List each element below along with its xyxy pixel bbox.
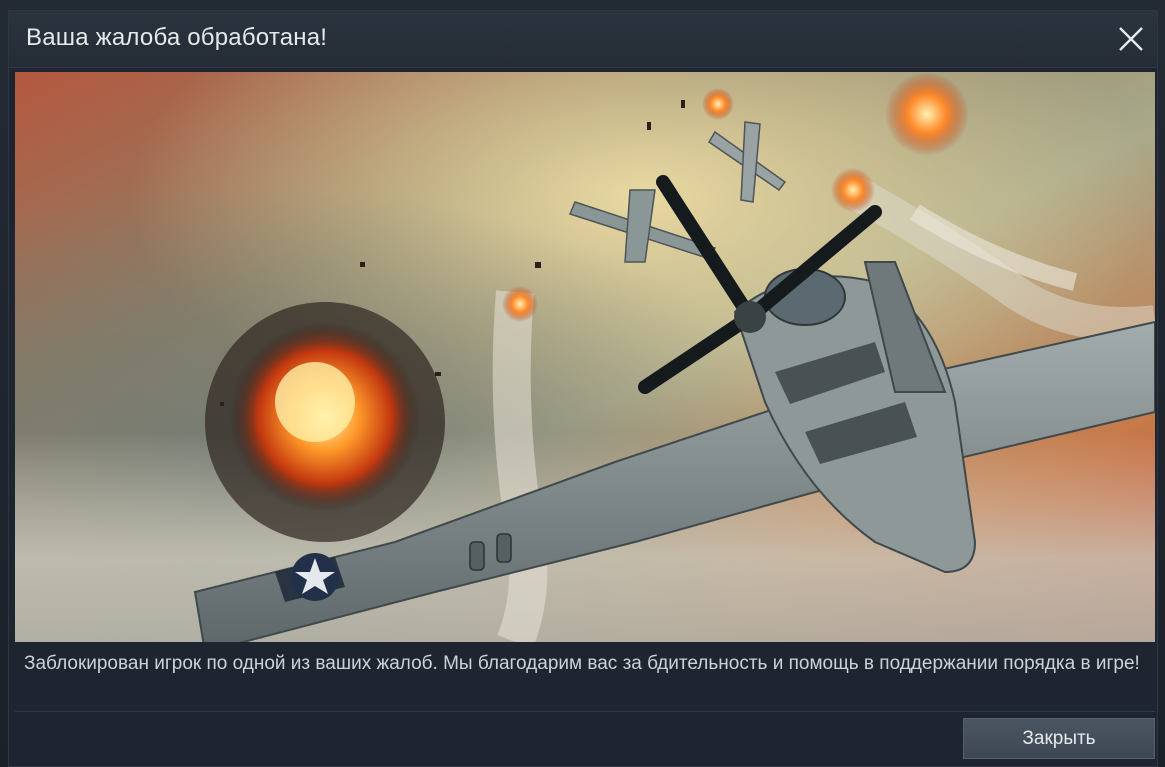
dialog-title: Ваша жалоба обработана! — [26, 24, 328, 51]
dialog-header: Ваша жалоба обработана! — [9, 11, 1157, 68]
dogfight-illustration — [15, 72, 1155, 642]
close-icon[interactable] — [1115, 23, 1147, 55]
close-button[interactable]: Закрыть — [963, 718, 1155, 759]
dialog-message: Заблокирован игрок по одной из ваших жал… — [24, 653, 1140, 674]
footer-divider — [15, 711, 1155, 712]
notification-dialog: Ваша жалоба обработана! Заблокирован игр… — [8, 10, 1158, 767]
